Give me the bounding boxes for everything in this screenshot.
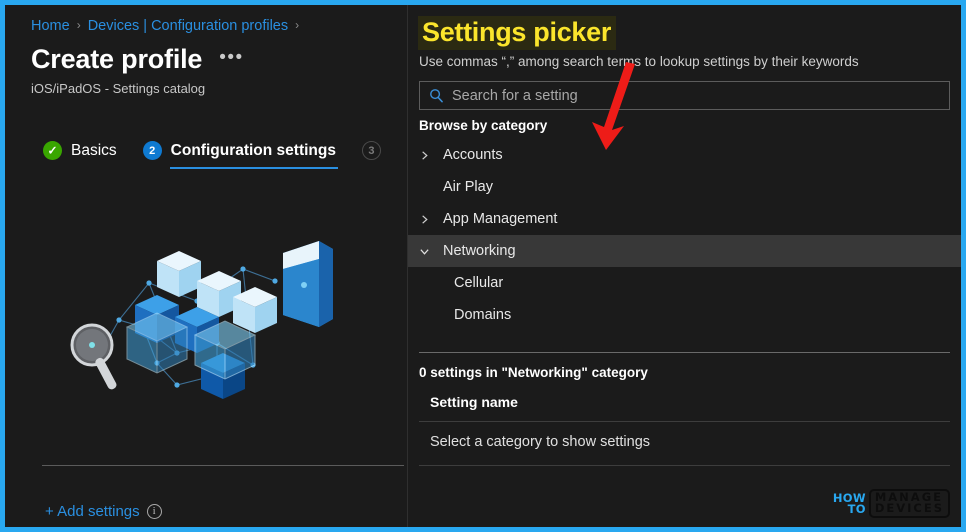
tree-item-label: Cellular — [454, 275, 504, 291]
title-row: Create profile ••• — [5, 34, 407, 75]
breadcrumb: Home › Devices | Configuration profiles … — [5, 5, 407, 34]
wizard-tabs: ✓ Basics 2 Configuration settings 3 — [5, 96, 407, 169]
chevron-down-icon[interactable] — [419, 246, 443, 257]
section-divider — [42, 465, 404, 466]
settings-picker-pane: Settings picker Use commas “,” among sea… — [408, 5, 961, 527]
chevron-right-icon[interactable] — [419, 214, 443, 225]
more-options-button[interactable]: ••• — [216, 48, 246, 72]
tree-item-networking[interactable]: Networking — [408, 235, 961, 267]
tree-item-label: Domains — [454, 307, 512, 323]
table-header-divider — [419, 421, 950, 422]
column-header-setting-name: Setting name — [430, 394, 518, 410]
table-row-divider — [419, 465, 950, 466]
settings-count-label: 0 settings in "Networking" category — [419, 365, 648, 380]
info-icon[interactable]: i — [146, 504, 162, 519]
tree-item-cellular[interactable]: Cellular — [408, 267, 961, 299]
tab-configuration-settings-label: Configuration settings — [170, 141, 336, 159]
tree-item-label: Networking — [443, 243, 516, 259]
tree-item-label: App Management — [443, 211, 558, 227]
tab-configuration-settings[interactable]: 2 Configuration settings — [142, 141, 339, 169]
watermark-manage-devices: MANAGE DEVICES — [868, 489, 950, 518]
step-number-badge: 2 — [142, 141, 162, 160]
breadcrumb-item-home[interactable]: Home — [31, 18, 70, 34]
chevron-right-icon: › — [295, 18, 300, 32]
settings-catalog-illustration — [5, 215, 407, 430]
browse-by-category-label: Browse by category — [419, 118, 548, 133]
page-subtitle: iOS/iPadOS - Settings catalog — [31, 81, 206, 96]
tree-item-label: Air Play — [443, 179, 493, 195]
watermark-how-to: HOW TO — [833, 492, 866, 516]
app-window: Home › Devices | Configuration profiles … — [0, 0, 966, 532]
settings-picker-title: Settings picker — [418, 16, 617, 50]
page-title: Create profile — [31, 44, 203, 74]
tab-basics-label: Basics — [71, 141, 117, 159]
search-input[interactable] — [452, 87, 940, 104]
watermark-line-to: TO — [847, 501, 866, 516]
watermark-line-devices: DEVICES — [874, 501, 944, 515]
search-icon — [430, 89, 443, 103]
breadcrumb-item-devices-configuration-profiles[interactable]: Devices | Configuration profiles — [88, 18, 288, 34]
watermark-logo: HOW TO MANAGE DEVICES — [833, 489, 950, 518]
tab-step-three[interactable]: 3 — [361, 141, 381, 169]
add-settings-link[interactable]: + Add settings — [45, 503, 140, 520]
chevron-right-icon: › — [76, 18, 81, 32]
tab-basics[interactable]: ✓ Basics — [43, 141, 117, 169]
panes-container: Home › Devices | Configuration profiles … — [5, 5, 961, 527]
chevron-right-icon[interactable] — [419, 150, 443, 161]
tree-item-accounts[interactable]: Accounts — [408, 139, 961, 171]
empty-state-message: Select a category to show settings — [430, 434, 651, 450]
category-tree: Accounts Air Play App Management Network… — [408, 139, 961, 331]
settings-picker-subtitle: Use commas “,” among search terms to loo… — [419, 54, 859, 69]
results-divider — [419, 352, 950, 353]
add-settings-row: + Add settings i — [45, 503, 162, 520]
tree-item-label: Accounts — [443, 147, 503, 163]
create-profile-pane: Home › Devices | Configuration profiles … — [5, 5, 408, 527]
tree-item-app-management[interactable]: App Management — [408, 203, 961, 235]
search-box[interactable] — [419, 81, 950, 110]
tree-item-domains[interactable]: Domains — [408, 299, 961, 331]
check-icon: ✓ — [43, 141, 62, 160]
step-number-badge: 3 — [361, 141, 381, 160]
tree-item-air-play[interactable]: Air Play — [408, 171, 961, 203]
